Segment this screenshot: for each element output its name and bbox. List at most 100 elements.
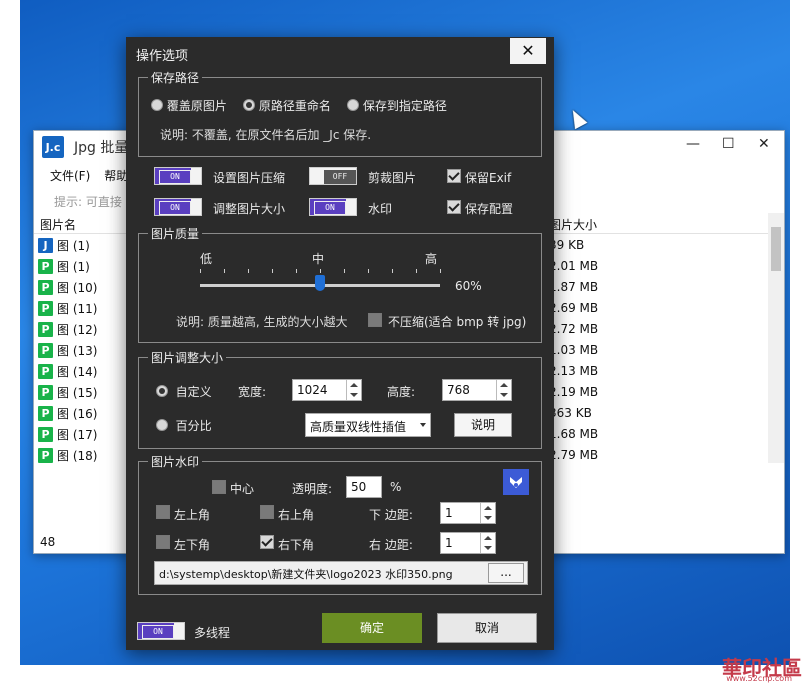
file-name: 图 (1)	[57, 239, 90, 253]
bg-scrollbar[interactable]	[768, 213, 784, 463]
bottom-left-checkbox[interactable]	[156, 535, 170, 549]
app-icon: J.c	[42, 136, 64, 158]
bottom-right-checkbox[interactable]	[260, 535, 274, 549]
top-right-checkbox[interactable]	[260, 505, 274, 519]
png-file-icon: P	[38, 280, 53, 295]
save-path-legend: 保存路径	[148, 69, 203, 86]
table-row[interactable]: P 图 (13)	[38, 340, 97, 361]
explain-button[interactable]: 说明	[454, 413, 512, 437]
close-button[interactable]: ✕	[758, 136, 770, 152]
scroll-thumb[interactable]	[771, 227, 781, 271]
watermark-path-field[interactable]: d:\systemp\desktop\新建文件夹\logo2023 水印350.…	[154, 561, 528, 585]
height-spin-arrows[interactable]	[496, 380, 511, 400]
radio-percent[interactable]: 百分比	[156, 417, 212, 434]
right-margin-spinbox[interactable]: 1	[440, 532, 496, 554]
radio-percent-icon[interactable]	[156, 419, 168, 431]
col-name-header[interactable]: 图片名	[40, 216, 76, 233]
png-file-icon: P	[38, 427, 53, 442]
browse-button[interactable]: ...	[488, 563, 524, 583]
opacity-input[interactable]: 50	[346, 476, 382, 498]
ok-button[interactable]: 确定	[322, 613, 422, 643]
menu-file[interactable]: 文件(F)	[50, 167, 90, 184]
options-dialog: 操作选项 ✕ 保存路径 覆盖原图片 原路径重命名 保存到指定路径 说明: 不覆盖…	[126, 37, 554, 650]
png-file-icon: P	[38, 322, 53, 337]
slider-tick	[320, 269, 321, 273]
bg-window-title: Jpg 批量	[74, 140, 129, 156]
table-row[interactable]: P 图 (18)	[38, 445, 97, 466]
menu-help[interactable]: 帮助	[104, 167, 128, 184]
table-row[interactable]: P 图 (17)	[38, 424, 97, 445]
col-size-header[interactable]: 图片大小	[549, 216, 597, 233]
multithread-toggle[interactable]: ON	[137, 622, 185, 640]
file-size: 2.19 MB	[549, 385, 599, 399]
png-file-icon: P	[38, 448, 53, 463]
bottom-margin-spinbox[interactable]: 1	[440, 502, 496, 524]
save-config-label: 保存配置	[465, 202, 514, 216]
file-name: 图 (16)	[57, 407, 98, 421]
resize-toggle[interactable]: ON	[154, 198, 202, 216]
resize-legend: 图片调整大小	[148, 349, 227, 366]
radio-overwrite[interactable]: 覆盖原图片	[151, 97, 227, 114]
compress-toggle[interactable]: ON	[154, 167, 202, 185]
radio-overwrite-icon[interactable]	[151, 99, 163, 111]
no-compress-checkbox[interactable]	[368, 313, 382, 327]
top-left-checkbox[interactable]	[156, 505, 170, 519]
slider-tick	[248, 269, 249, 273]
file-size: 2.69 MB	[549, 301, 599, 315]
crop-toggle[interactable]: OFF	[309, 167, 357, 185]
interpolation-select[interactable]: 高质量双线性插值	[305, 413, 431, 437]
width-spin-arrows[interactable]	[346, 380, 361, 400]
height-spinbox[interactable]: 768	[442, 379, 512, 401]
bottom-margin-arrows[interactable]	[480, 503, 495, 523]
slider-tick	[224, 269, 225, 273]
right-margin-arrows[interactable]	[480, 533, 495, 553]
file-size: 1.87 MB	[549, 280, 599, 294]
quality-slider-thumb[interactable]	[315, 275, 325, 291]
save-path-group: 保存路径	[138, 69, 542, 157]
site-watermark-url: www.52cnp.com	[726, 674, 792, 683]
table-row[interactable]: P 图 (1)	[38, 256, 97, 277]
minimize-button[interactable]: —	[686, 136, 700, 152]
watermark-image-icon[interactable]	[503, 469, 529, 495]
radio-custom-path-icon[interactable]	[347, 99, 359, 111]
file-size: 2.79 MB	[549, 448, 599, 462]
quality-value: 60%	[455, 279, 482, 293]
radio-custom-size-icon[interactable]	[156, 385, 168, 397]
table-row[interactable]: P 图 (10)	[38, 277, 97, 298]
bg-menubar: 文件(F) 帮助	[50, 167, 128, 184]
radio-rename-icon[interactable]	[243, 99, 255, 111]
png-file-icon: P	[38, 406, 53, 421]
file-name: 图 (13)	[57, 344, 98, 358]
dialog-close-button[interactable]: ✕	[510, 38, 546, 64]
top-left-label: 左上角	[174, 508, 211, 522]
file-name: 图 (1)	[57, 260, 90, 274]
status-count: 48	[40, 535, 56, 549]
table-row[interactable]: P 图 (16)	[38, 403, 97, 424]
center-checkbox[interactable]	[212, 480, 226, 494]
slider-tick	[344, 269, 345, 273]
table-row[interactable]: J 图 (1)	[38, 235, 97, 256]
quality-high-label: 高	[425, 252, 438, 266]
bottom-left-label: 左下角	[174, 538, 211, 552]
table-row[interactable]: P 图 (14)	[38, 361, 97, 382]
cancel-button[interactable]: 取消	[437, 613, 537, 643]
quality-note: 说明: 质量越高, 生成的大小越大	[176, 315, 348, 329]
table-row[interactable]: P 图 (15)	[38, 382, 97, 403]
watermark-legend: 图片水印	[148, 453, 203, 470]
slider-tick	[440, 269, 441, 273]
png-file-icon: P	[38, 364, 53, 379]
maximize-button[interactable]: ☐	[722, 136, 735, 152]
width-spinbox[interactable]: 1024	[292, 379, 362, 401]
watermark-toggle[interactable]: ON	[309, 198, 357, 216]
save-config-checkbox[interactable]	[447, 200, 461, 214]
file-name: 图 (18)	[57, 449, 98, 463]
radio-rename[interactable]: 原路径重命名	[243, 97, 331, 114]
radio-custom-path[interactable]: 保存到指定路径	[347, 97, 447, 114]
file-name: 图 (12)	[57, 323, 98, 337]
table-row[interactable]: P 图 (12)	[38, 319, 97, 340]
png-file-icon: P	[38, 385, 53, 400]
table-row[interactable]: P 图 (11)	[38, 298, 97, 319]
opacity-percent: %	[390, 480, 402, 494]
keep-exif-checkbox[interactable]	[447, 169, 461, 183]
radio-custom-size[interactable]: 自定义	[156, 383, 212, 400]
